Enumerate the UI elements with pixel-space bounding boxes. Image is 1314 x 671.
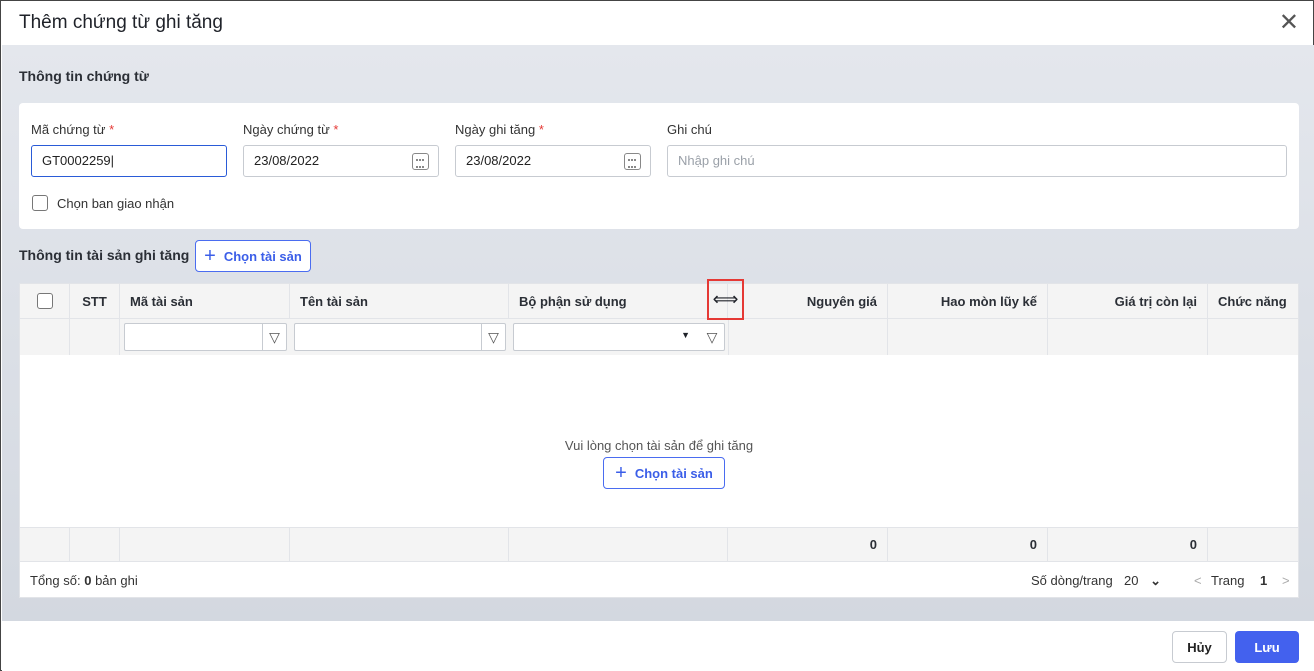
- assets-section-title: Thông tin tài sản ghi tăng: [19, 247, 190, 263]
- pagination: Tổng số: 0 bản ghi Số dòng/trang 20 ⌄ < …: [20, 562, 1298, 598]
- inc-date-label: Ngày ghi tăng: [455, 122, 536, 137]
- col-original-price[interactable]: Nguyên giá: [728, 284, 888, 318]
- asset-name-filter-input[interactable]: ▽: [294, 323, 506, 351]
- filter-row: ▽ ▽ ▼ ▽: [20, 319, 1298, 355]
- page-label: Trang: [1211, 573, 1245, 588]
- empty-choose-asset-button[interactable]: + Chọn tài sản: [603, 457, 725, 489]
- col-stt: STT: [70, 284, 120, 318]
- total-records: Tổng số: 0 bản ghi: [30, 573, 138, 588]
- filter-icon[interactable]: ▽: [262, 324, 286, 350]
- filter-icon[interactable]: ▽: [481, 324, 505, 350]
- plus-icon: +: [204, 245, 216, 267]
- department-filter-select[interactable]: ▼ ▽: [513, 323, 725, 351]
- increase-date-input[interactable]: 23/08/2022: [455, 145, 651, 177]
- chevron-down-icon: ⌄: [1150, 573, 1161, 588]
- voucher-date-input[interactable]: 23/08/2022: [243, 145, 439, 177]
- asset-code-filter-input[interactable]: ▽: [124, 323, 287, 351]
- dialog-footer: Hủy Lưu: [2, 621, 1314, 671]
- dialog-body: Thông tin chứng từ Mã chứng từ * GT00022…: [2, 45, 1314, 621]
- filter-icon[interactable]: ▽: [700, 324, 724, 350]
- note-label: Ghi chú: [667, 122, 712, 137]
- cancel-button[interactable]: Hủy: [1172, 631, 1227, 663]
- current-page: 1: [1260, 573, 1268, 588]
- col-depreciation[interactable]: Hao mòn lũy kế: [888, 284, 1048, 318]
- choose-asset-button[interactable]: + Chọn tài sản: [195, 240, 311, 272]
- voucher-code-input[interactable]: GT0002259|: [31, 145, 227, 177]
- caret-down-icon[interactable]: ▼: [681, 330, 690, 340]
- calendar-icon[interactable]: [624, 153, 641, 170]
- table-header: STT Mã tài sản Tên tài sản Bộ phận sử dụ…: [20, 284, 1298, 319]
- col-actions: Chức năng: [1218, 293, 1287, 309]
- col-asset-name[interactable]: Tên tài sản: [290, 284, 509, 318]
- close-icon[interactable]: ✕: [1279, 11, 1299, 35]
- code-label: Mã chứng từ: [31, 122, 106, 137]
- prev-page-icon[interactable]: <: [1194, 573, 1202, 588]
- save-button[interactable]: Lưu: [1235, 631, 1299, 663]
- rows-per-page-label: Số dòng/trang: [1031, 573, 1113, 588]
- col-asset-code[interactable]: Mã tài sản: [120, 284, 290, 318]
- col-department[interactable]: Bộ phận sử dụng: [509, 284, 728, 318]
- next-page-icon[interactable]: >: [1282, 573, 1290, 588]
- note-input[interactable]: Nhập ghi chú: [667, 145, 1287, 177]
- select-all-checkbox[interactable]: [36, 293, 53, 309]
- add-voucher-dialog: Thêm chứng từ ghi tăng ✕ Thông tin chứng…: [0, 0, 1314, 671]
- col-remaining-value[interactable]: Giá trị còn lại: [1048, 284, 1208, 318]
- rows-per-page-select[interactable]: 20 ⌄: [1124, 573, 1161, 589]
- total-depreciation: 0: [888, 528, 1048, 561]
- column-resize-cursor-icon[interactable]: ⟺: [707, 279, 744, 320]
- plus-icon: +: [615, 462, 627, 484]
- voucher-card: Mã chứng từ * GT0002259| Ngày chứng từ *…: [19, 103, 1299, 229]
- voucher-section-title: Thông tin chứng từ: [19, 68, 149, 84]
- handover-checkbox[interactable]: [32, 195, 48, 211]
- asset-table: STT Mã tài sản Tên tài sản Bộ phận sử dụ…: [19, 283, 1299, 598]
- total-remaining: 0: [1048, 528, 1208, 561]
- total-original-price: 0: [728, 528, 888, 561]
- calendar-icon[interactable]: [412, 153, 429, 170]
- empty-text: Vui lòng chọn tài sản để ghi tăng: [564, 438, 754, 453]
- handover-label: Chọn ban giao nhận: [57, 196, 175, 211]
- date-label: Ngày chứng từ: [243, 122, 330, 137]
- empty-state: Vui lòng chọn tài sản để ghi tăng + Chọn …: [20, 355, 1298, 527]
- dialog-title: Thêm chứng từ ghi tăng: [19, 12, 223, 33]
- summary-row: 0 0 0: [20, 527, 1298, 562]
